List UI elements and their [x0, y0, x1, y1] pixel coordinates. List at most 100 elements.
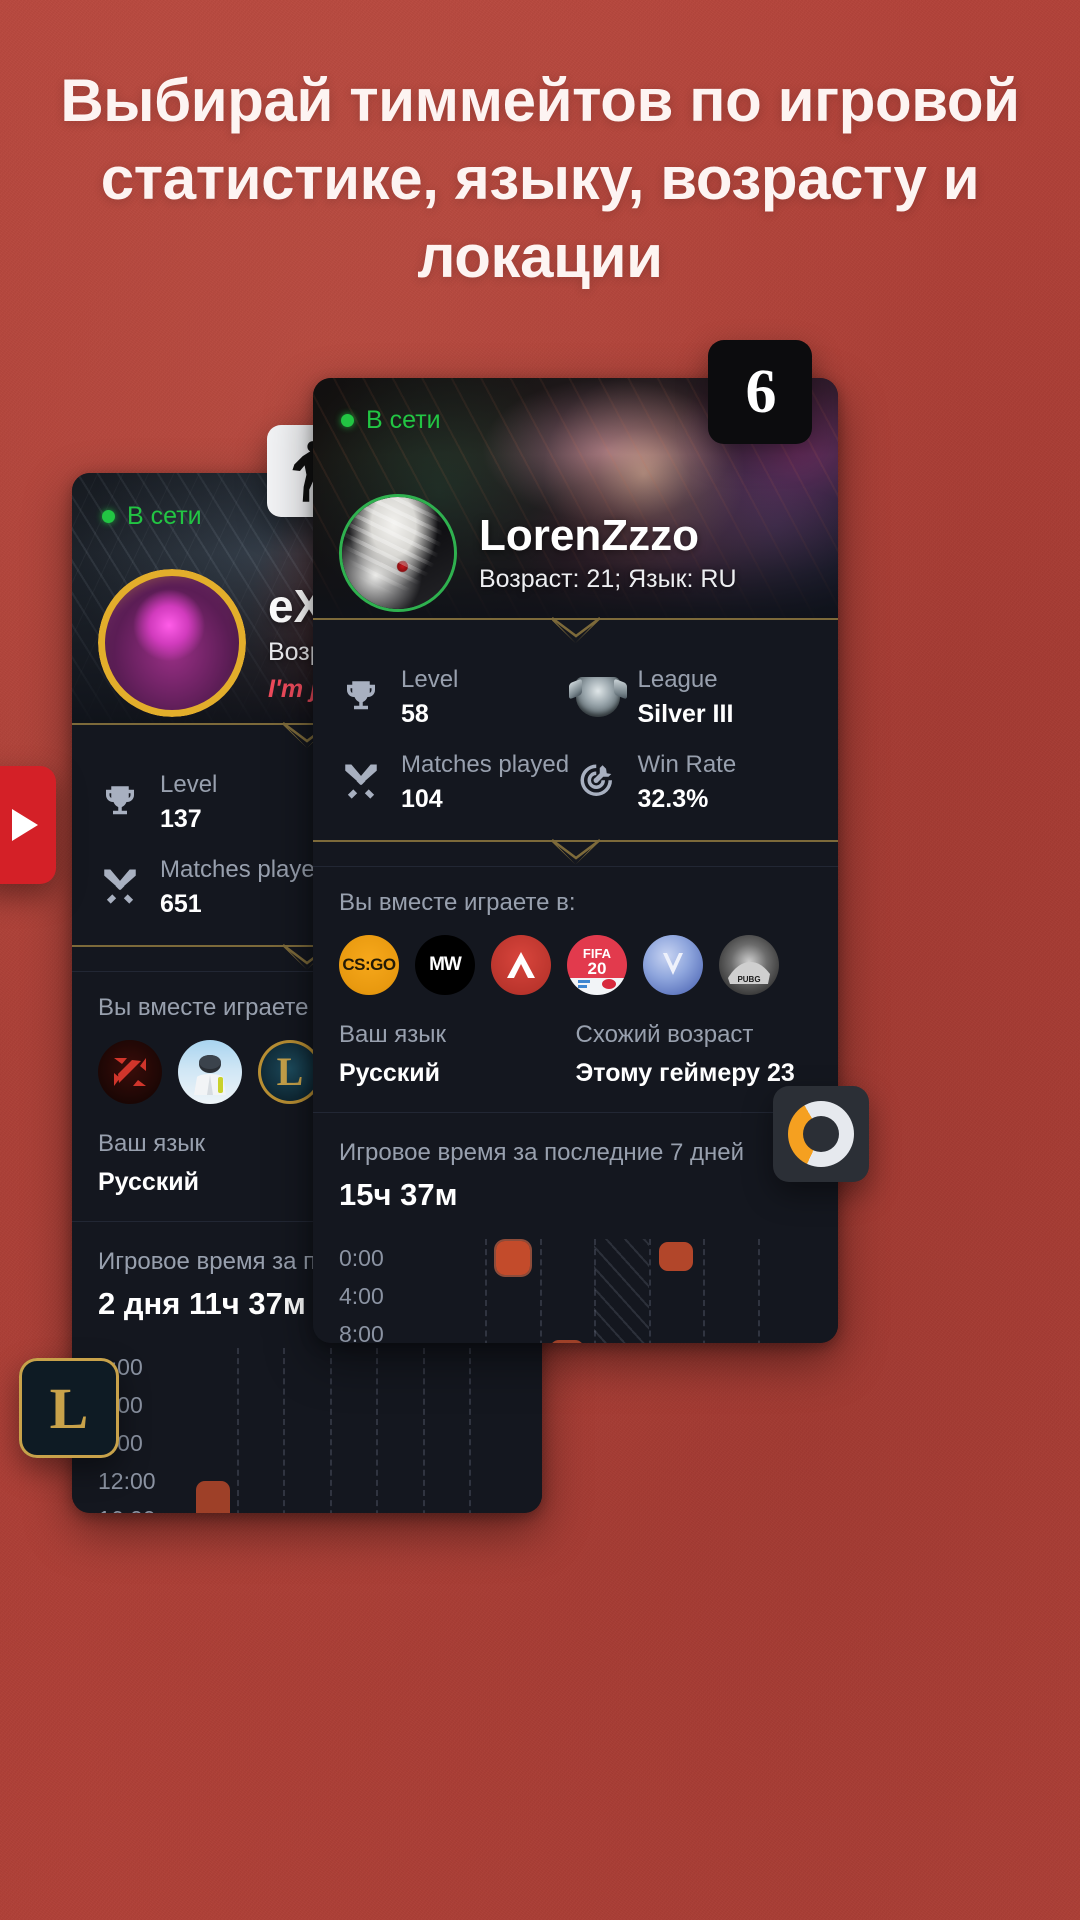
chart-column-separator [283, 1347, 286, 1513]
lol-glyph: L [49, 1375, 89, 1441]
chart-y-axis: 0:00 4:00 8:00 12:00 16:00 20:00 [339, 1239, 431, 1343]
y-tick: 16:00 [98, 1500, 190, 1513]
dota2-glyph [114, 1057, 146, 1086]
fifa20-glyph: FIFA 20 [578, 946, 616, 989]
front-card-stats: Level 58 League Silver III Matches playe… [313, 644, 838, 840]
valorant-icon[interactable] [643, 934, 703, 995]
stat-value: 32.3% [637, 784, 709, 813]
language-block: Ваш язык Русский [339, 1021, 576, 1088]
playtime-value: 15ч 37м [339, 1176, 458, 1212]
csgo-icon[interactable]: CS:GO [339, 934, 399, 995]
chart-column-separator [376, 1347, 379, 1513]
trophy-icon [339, 675, 383, 719]
chart-column-separator [236, 1347, 239, 1513]
apex-legends-icon[interactable] [491, 934, 551, 995]
chart-block [196, 1480, 231, 1513]
overwatch-logo-icon [788, 1101, 854, 1167]
valorant-glyph [663, 952, 683, 975]
chart-column-separator [539, 1238, 542, 1343]
pubg-icon[interactable] [178, 1039, 242, 1104]
online-dot-icon [102, 510, 115, 523]
ornament-divider-2 [313, 838, 838, 866]
play-triangle-icon [12, 809, 38, 841]
stat-body: League Silver III [638, 666, 734, 729]
y-tick: 12:00 [98, 1467, 156, 1494]
chevron-down-icon [550, 838, 601, 860]
stat-win-rate: Win Rate 32.3% [576, 751, 813, 814]
chart-column-separator [469, 1347, 472, 1513]
pubg-glyph: PUBG [728, 961, 770, 984]
games-title: Вы вместе играете в: [339, 888, 576, 916]
stat-label: Win Rate [637, 750, 737, 778]
username: LorenZzzo [479, 510, 699, 560]
identity-text: LorenZzzo Возраст: 21; Язык: RU [479, 512, 737, 595]
stat-value: 104 [401, 784, 443, 813]
chart-column-separator [703, 1238, 706, 1343]
silver-rank-glyph [575, 677, 620, 718]
stat-body: Level 137 [160, 771, 217, 834]
status-label: В сети [127, 502, 202, 530]
ornament-divider [313, 617, 838, 644]
language-value: Русский [339, 1058, 441, 1087]
pubg-glyph [194, 1054, 226, 1095]
y-tick: 0:00 [339, 1244, 384, 1271]
stat-body: Level 58 [401, 666, 458, 729]
stat-value: 651 [160, 889, 202, 918]
stat-label: Matches playe [160, 855, 315, 883]
youtube-badge[interactable] [0, 766, 56, 884]
stat-label: Level [401, 666, 459, 693]
crossed-swords-icon [339, 760, 383, 804]
chart-column-separator [422, 1347, 425, 1513]
age-block: Схожий возраст Этому геймеру 23 [576, 1021, 813, 1088]
age-label: Схожий возраст [575, 1020, 754, 1048]
mw-label: MW [429, 953, 462, 975]
chevron-down-icon [550, 617, 601, 638]
chart-column-separator [329, 1347, 332, 1513]
avatar[interactable] [339, 494, 457, 612]
status-badge: В сети [341, 406, 441, 435]
stat-value: 58 [401, 699, 429, 728]
profile-card-front[interactable]: В сети LorenZzzo Возраст: 21; Язык: RU L… [313, 378, 838, 1343]
y-tick: 8:00 [339, 1320, 384, 1343]
rainbow-six-siege-badge[interactable]: 6 [708, 340, 812, 444]
chart-plot-area [190, 1347, 516, 1513]
lol-glyph: L [276, 1049, 304, 1095]
svg-text:20: 20 [588, 959, 607, 978]
chart-column-separator [757, 1238, 760, 1343]
status-badge: В сети [102, 502, 202, 531]
svg-text:PUBG: PUBG [737, 975, 760, 984]
apex-glyph [507, 951, 535, 978]
status-label: В сети [366, 406, 441, 434]
language-label: Ваш язык [339, 1020, 447, 1048]
chart-column-separator [485, 1238, 488, 1343]
league-badge-icon [575, 675, 620, 719]
avatar[interactable] [98, 569, 246, 717]
stat-label: Level [160, 771, 218, 798]
fifa20-icon[interactable]: FIFA 20 [567, 934, 627, 995]
stat-league: League Silver III [575, 666, 813, 729]
age-value: Этому геймеру 23 [575, 1058, 795, 1087]
r6-glyph: 6 [745, 357, 777, 426]
stat-label: Matches played [401, 750, 570, 778]
front-card-playtime: Игровое время за последние 7 дней 15ч 37… [313, 1111, 838, 1343]
stat-label: League [637, 666, 718, 693]
league-of-legends-badge[interactable]: L [19, 1358, 119, 1458]
crossed-swords-icon [98, 865, 142, 909]
trophy-icon [98, 780, 142, 824]
stat-body: Matches playe 651 [160, 856, 315, 919]
stat-body: Matches played 104 [401, 751, 569, 814]
pubg-icon[interactable]: PUBG [719, 934, 779, 995]
chart-block [658, 1241, 693, 1272]
age-language: Возраст: 21; Язык: RU [479, 565, 737, 594]
overwatch-badge[interactable] [773, 1086, 869, 1182]
stat-matches-played: Matches played 104 [339, 751, 576, 814]
front-playtime-chart: 0:00 4:00 8:00 12:00 16:00 20:00 [339, 1238, 812, 1343]
chart-block [550, 1340, 585, 1343]
dota2-icon[interactable] [98, 1039, 162, 1104]
front-card-games-section: Вы вместе играете в: CS:GO MW FIFA 20 PU… [313, 865, 838, 1112]
chart-column-separator [648, 1238, 651, 1343]
stat-body: Win Rate 32.3% [638, 751, 737, 814]
modern-warfare-icon[interactable]: MW [415, 934, 475, 995]
tokyo-ghoul-avatar-icon [342, 497, 454, 609]
csgo-label: CS:GO [342, 954, 396, 974]
